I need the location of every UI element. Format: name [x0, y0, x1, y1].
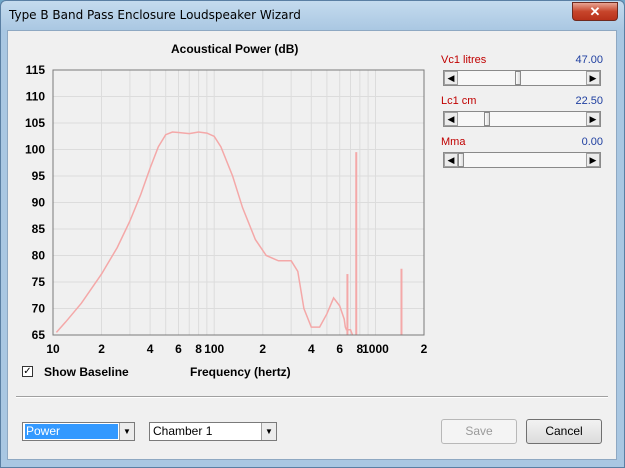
vc1-value: 47.00 — [575, 54, 603, 66]
vc1-label: Vc1 litres — [441, 54, 487, 66]
mma-label: Mma — [441, 136, 466, 148]
y-tick-label: 100 — [25, 143, 45, 157]
chevron-down-icon[interactable]: ▼ — [261, 423, 276, 440]
x-tick-label: 2 — [98, 342, 105, 356]
x-tick-label: 10 — [46, 342, 60, 356]
chamber-value: Chamber 1 — [153, 424, 213, 438]
chart-grid — [53, 69, 424, 336]
slider-thumb[interactable] — [484, 112, 490, 126]
mma-value: 0.00 — [581, 136, 603, 148]
show-baseline-label[interactable]: Show Baseline — [44, 365, 129, 379]
lc1-slider[interactable]: ◀ ▶ — [443, 111, 601, 127]
y-tick-label: 75 — [32, 275, 46, 289]
scroll-left-arrow-icon[interactable]: ◀ — [444, 71, 458, 85]
chevron-down-icon[interactable]: ▼ — [119, 423, 134, 440]
slider-thumb[interactable] — [458, 153, 464, 167]
lc1-value: 22.50 — [575, 95, 603, 107]
plot-type-value: Power — [25, 424, 118, 439]
x-axis-label: Frequency (hertz) — [190, 365, 291, 379]
vc1-slider[interactable]: ◀ ▶ — [443, 70, 601, 86]
y-tick-label: 65 — [32, 328, 46, 342]
cancel-button[interactable]: Cancel — [526, 419, 602, 444]
scroll-right-arrow-icon[interactable]: ▶ — [586, 112, 600, 126]
y-tick-label: 110 — [26, 90, 46, 104]
x-tick-label: 8 — [195, 342, 202, 356]
y-tick-label: 90 — [32, 196, 46, 210]
x-tick-label: 100 — [204, 342, 224, 356]
separator — [16, 396, 608, 398]
x-tick-label: 1000 — [362, 342, 389, 356]
x-tick-label: 4 — [147, 342, 154, 356]
slider-thumb[interactable] — [515, 71, 521, 85]
y-tick-label: 95 — [32, 169, 46, 183]
lc1-label: Lc1 cm — [441, 95, 477, 107]
scroll-left-arrow-icon[interactable]: ◀ — [444, 153, 458, 167]
scroll-right-arrow-icon[interactable]: ▶ — [586, 71, 600, 85]
y-tick-label: 85 — [32, 222, 46, 236]
plot-type-select[interactable]: Power ▼ — [22, 422, 135, 441]
power-series-line — [55, 131, 354, 336]
x-tick-label: 6 — [175, 342, 182, 356]
x-tick-label: 4 — [308, 342, 315, 356]
scroll-left-arrow-icon[interactable]: ◀ — [444, 112, 458, 126]
x-tick-label: 2 — [259, 342, 266, 356]
mma-slider[interactable]: ◀ ▶ — [443, 152, 601, 168]
show-baseline-checkbox[interactable]: ✓ — [22, 366, 33, 377]
x-tick-label: 6 — [336, 342, 343, 356]
x-tick-label: 2 — [421, 342, 428, 356]
y-tick-label: 80 — [32, 249, 46, 263]
y-tick-label: 70 — [32, 302, 46, 316]
save-button[interactable]: Save — [441, 419, 517, 444]
y-tick-label: 115 — [26, 63, 46, 77]
y-tick-label: 105 — [25, 116, 45, 130]
scroll-right-arrow-icon[interactable]: ▶ — [586, 153, 600, 167]
chamber-select[interactable]: Chamber 1 ▼ — [149, 422, 277, 441]
